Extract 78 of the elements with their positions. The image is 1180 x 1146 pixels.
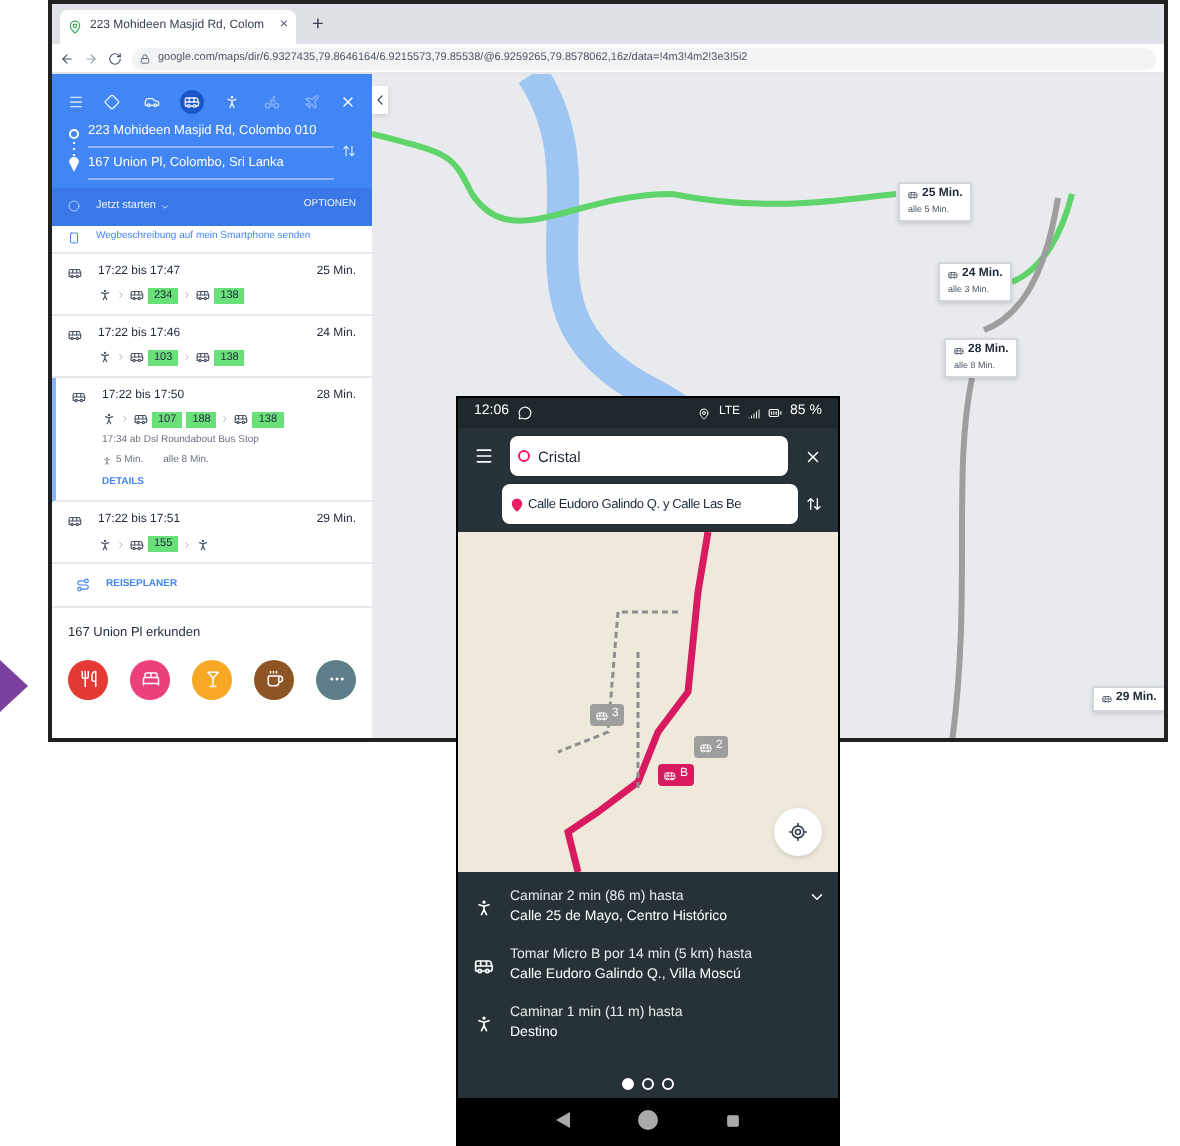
walk-icon	[98, 537, 112, 551]
locate-icon	[788, 821, 808, 842]
alternate-route-line[interactable]	[949, 195, 1061, 738]
maps-icon	[68, 20, 82, 34]
planner-icon	[76, 578, 90, 592]
route-dots-icon	[68, 128, 80, 173]
bus-icon	[130, 537, 144, 551]
chevron-icon	[116, 539, 126, 549]
bus-icon	[948, 270, 958, 280]
recents-icon[interactable]	[726, 1113, 740, 1128]
category-button[interactable]	[130, 659, 170, 700]
transit-icon	[184, 94, 200, 110]
bus-icon	[700, 741, 712, 754]
chat-app-icon	[517, 406, 532, 421]
hotel-icon	[141, 670, 159, 689]
category-button[interactable]	[68, 659, 108, 700]
location-icon	[698, 407, 711, 420]
chevron-icon	[182, 539, 193, 549]
back-icon[interactable]	[60, 51, 74, 65]
bike-icon	[264, 94, 280, 110]
travel-mode-tab[interactable]	[100, 90, 124, 114]
origin-circle-icon	[518, 450, 530, 463]
walk-icon	[102, 456, 112, 467]
bus-icon	[1102, 694, 1112, 704]
bus-icon	[68, 514, 82, 528]
bus-icon	[130, 350, 144, 364]
category-button[interactable]	[254, 659, 294, 700]
bus-icon	[596, 709, 608, 722]
walk-icon	[98, 288, 112, 302]
bus-icon	[72, 389, 86, 403]
new-tab-button[interactable]: +	[304, 10, 332, 44]
close-icon[interactable]	[804, 447, 822, 466]
chevron-icon	[182, 290, 193, 300]
travel-mode-tab[interactable]	[180, 90, 204, 114]
bus-icon	[664, 769, 676, 782]
chevron-icon	[116, 352, 126, 362]
collapse-panel-icon[interactable]	[372, 86, 388, 114]
walk-icon	[224, 94, 240, 110]
walk-icon	[98, 350, 112, 364]
bus-icon	[954, 346, 964, 356]
bus-icon	[234, 412, 249, 426]
directions-icon	[104, 94, 120, 110]
bar-icon	[203, 670, 221, 689]
caret-icon	[159, 201, 170, 211]
cafe-icon	[265, 670, 283, 689]
arrow-icon	[0, 660, 28, 712]
bus-icon	[474, 956, 494, 977]
chevron-icon	[182, 352, 193, 362]
category-button[interactable]	[316, 659, 356, 700]
bus-icon	[196, 288, 211, 302]
home-button[interactable]	[638, 1110, 658, 1131]
bus-icon	[68, 265, 82, 279]
chevron-icon	[220, 414, 231, 424]
reload-icon[interactable]	[108, 51, 122, 65]
bus-icon	[908, 190, 918, 200]
battery-icon	[768, 406, 783, 421]
signal-icon	[748, 407, 761, 420]
walk-icon	[196, 537, 211, 551]
menu-icon[interactable]	[474, 446, 494, 467]
restaurant-icon	[79, 670, 97, 689]
walk-icon	[474, 1014, 494, 1035]
bus-icon	[68, 327, 82, 341]
chevron-icon	[120, 414, 130, 424]
locate-button[interactable]	[774, 807, 822, 856]
flight-icon	[304, 94, 320, 110]
back-icon[interactable]	[556, 1112, 570, 1129]
lock-icon	[140, 53, 150, 63]
walk-icon	[474, 898, 494, 919]
walk-icon	[102, 412, 116, 426]
pin-icon	[510, 497, 524, 512]
swap-icon[interactable]	[806, 496, 822, 513]
bus-icon	[196, 350, 211, 364]
chevron-icon	[116, 290, 126, 300]
bus-icon	[130, 288, 144, 302]
car-icon	[144, 94, 160, 110]
bus-icon	[134, 412, 148, 426]
phone-icon	[68, 232, 80, 244]
forward-icon[interactable]	[84, 51, 98, 65]
